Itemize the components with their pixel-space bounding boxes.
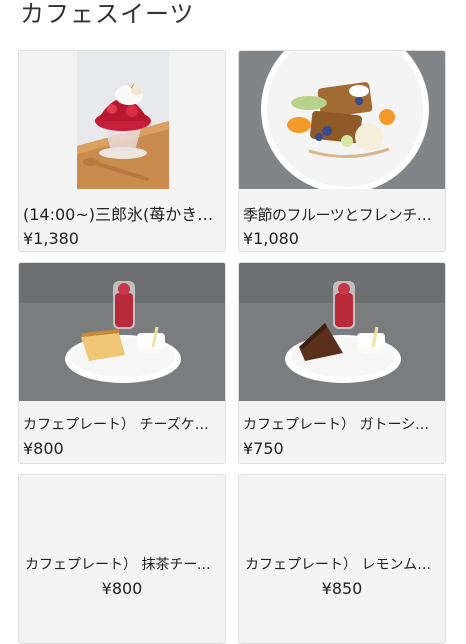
menu-item-card[interactable]: カフェプレート） 抹茶チーズケーキ ¥800 xyxy=(18,474,226,644)
gateau-chocolat-plate-photo xyxy=(239,263,445,401)
menu-item-card[interactable]: カフェプレート） チーズケーキ ¥800 xyxy=(18,262,226,464)
shaved-ice-strawberry-photo xyxy=(19,51,225,189)
item-price: ¥1,380 xyxy=(23,229,79,248)
item-price: ¥1,080 xyxy=(243,229,299,248)
item-name: カフェプレート） チーズケーキ xyxy=(23,417,219,433)
item-name: 季節のフルーツとフレンチトースト xyxy=(243,206,439,224)
menu-item-card[interactable]: カフェプレート） ガトーショコラ ¥750 xyxy=(238,262,446,464)
menu-item-card[interactable]: (14:00~)三郎氷(苺かき… ¥1,380 xyxy=(18,50,226,252)
item-name: カフェプレート） ガトーショコラ xyxy=(243,417,439,433)
cheesecake-plate-photo xyxy=(19,263,225,401)
item-price: ¥800 xyxy=(23,439,64,458)
item-name: カフェプレート） 抹茶チーズケーキ xyxy=(25,557,225,573)
item-price: ¥850 xyxy=(321,579,363,598)
french-toast-fruit-photo xyxy=(239,51,445,189)
menu-grid: (14:00~)三郎氷(苺かき… ¥1,380 季節のフルーツとフレンチト ¥1… xyxy=(0,0,466,644)
item-price: ¥750 xyxy=(243,439,284,458)
menu-item-card[interactable]: カフェプレート） レモンムー… ¥850 xyxy=(238,474,446,644)
item-price: ¥800 xyxy=(101,579,143,598)
item-name: (14:00~)三郎氷(苺かき… xyxy=(23,205,214,224)
menu-item-card[interactable]: 季節のフルーツとフレンチトースト ¥1,080 xyxy=(238,50,446,252)
item-name: カフェプレート） レモンムー… xyxy=(245,557,445,573)
